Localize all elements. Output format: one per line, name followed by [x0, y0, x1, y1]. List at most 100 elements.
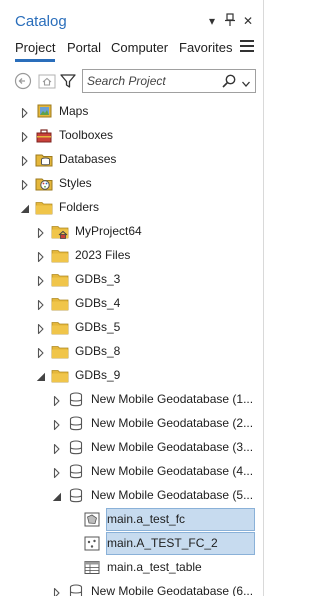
tree-item-label: Databases — [59, 152, 117, 166]
tree-item-label: GDBs_3 — [75, 272, 121, 286]
tab-computer[interactable]: Computer — [111, 38, 168, 60]
tree-item[interactable]: main.a_test_fc — [0, 508, 260, 532]
home-icon[interactable] — [37, 71, 57, 91]
tree-item-label: MyProject64 — [75, 224, 142, 238]
tab-project[interactable]: Project — [15, 38, 56, 62]
tree-item[interactable]: main.A_TEST_FC_2 — [0, 532, 260, 556]
tree-item[interactable]: main.a_test_table — [0, 556, 260, 580]
search-icon[interactable] — [221, 73, 237, 89]
expand-arrow-icon[interactable] — [52, 418, 62, 431]
expand-arrow-icon[interactable] — [36, 274, 46, 287]
geodatabase-icon — [67, 463, 85, 480]
geodatabase-icon — [67, 487, 85, 504]
folder-icon — [51, 319, 69, 336]
expand-arrow-icon[interactable] — [52, 586, 62, 596]
expand-arrow-icon[interactable] — [20, 154, 30, 167]
tree-item-label: GDBs_5 — [75, 320, 121, 334]
tree-item-label: main.a_test_table — [107, 560, 202, 574]
pane-title: Catalog — [15, 13, 67, 30]
filter-icon[interactable] — [58, 71, 78, 91]
tree-item-label: New Mobile Geodatabase (1... — [91, 392, 254, 406]
folder-icon — [51, 367, 69, 384]
tree-item[interactable]: Toolboxes — [0, 124, 260, 148]
expand-arrow-icon[interactable] — [20, 178, 30, 191]
folder-icon — [51, 247, 69, 264]
tree-item[interactable]: GDBs_4 — [0, 292, 260, 316]
expand-arrow-icon[interactable] — [36, 226, 46, 239]
geodatabase-icon — [67, 415, 85, 432]
folder-icon — [51, 343, 69, 360]
collapse-arrow-icon[interactable] — [52, 490, 62, 502]
table-icon — [83, 559, 101, 576]
home-folder-icon — [51, 223, 69, 240]
tree-item[interactable]: New Mobile Geodatabase (3... — [0, 436, 260, 460]
catalog-toolbar — [0, 68, 263, 96]
search-input[interactable] — [87, 72, 227, 90]
expand-arrow-icon[interactable] — [20, 106, 30, 119]
tree-item-label: main.a_test_fc — [107, 512, 186, 526]
maps-icon — [35, 103, 53, 120]
database-folder-icon — [35, 151, 53, 168]
tree-item[interactable]: Folders — [0, 196, 260, 220]
toolbox-icon — [35, 127, 53, 144]
tree-item-label: GDBs_8 — [75, 344, 121, 358]
point-feature-class-icon — [83, 535, 101, 552]
tree-item-label: main.A_TEST_FC_2 — [107, 536, 218, 550]
tree-item[interactable]: New Mobile Geodatabase (1... — [0, 388, 260, 412]
tree-item-label: Toolboxes — [59, 128, 114, 142]
tree-item-label: New Mobile Geodatabase (2... — [91, 416, 254, 430]
auto-hide-pin-icon[interactable] — [223, 13, 237, 29]
hamburger-menu-icon[interactable] — [240, 40, 254, 56]
tree-item[interactable]: Styles — [0, 172, 260, 196]
tree-item-label: New Mobile Geodatabase (6... — [91, 584, 254, 596]
expand-arrow-icon[interactable] — [52, 442, 62, 455]
tree-item-label: New Mobile Geodatabase (4... — [91, 464, 254, 478]
catalog-pane: Catalog ▾ ✕ Project Portal Computer Favo… — [0, 0, 264, 596]
folder-icon — [51, 271, 69, 288]
expand-arrow-icon[interactable] — [36, 322, 46, 335]
close-icon[interactable]: ✕ — [241, 13, 255, 29]
geodatabase-icon — [67, 391, 85, 408]
styles-icon — [35, 175, 53, 192]
tree-item-label: Folders — [59, 200, 100, 214]
expand-arrow-icon[interactable] — [36, 298, 46, 311]
options-dropdown-icon[interactable]: ▾ — [205, 13, 219, 29]
tree-item[interactable]: GDBs_8 — [0, 340, 260, 364]
tree-item-label: New Mobile Geodatabase (5... — [91, 488, 254, 502]
tab-portal[interactable]: Portal — [67, 38, 101, 60]
tree-item[interactable]: GDBs_3 — [0, 268, 260, 292]
collapse-arrow-icon[interactable] — [36, 370, 46, 382]
folder-icon — [51, 295, 69, 312]
tree-item[interactable]: GDBs_9 — [0, 364, 260, 388]
tree-item[interactable]: New Mobile Geodatabase (5... — [0, 484, 260, 508]
tree-item-label: 2023 Files — [75, 248, 131, 262]
expand-arrow-icon[interactable] — [52, 394, 62, 407]
geodatabase-icon — [67, 583, 85, 596]
tree-item[interactable]: New Mobile Geodatabase (6... — [0, 580, 260, 596]
tree-item[interactable]: MyProject64 — [0, 220, 260, 244]
tree-item[interactable]: Databases — [0, 148, 260, 172]
tree-item[interactable]: Maps — [0, 100, 260, 124]
expand-arrow-icon[interactable] — [20, 130, 30, 143]
search-box — [82, 69, 256, 93]
expand-arrow-icon[interactable] — [36, 250, 46, 263]
tree-item[interactable]: 2023 Files — [0, 244, 260, 268]
collapse-arrow-icon[interactable] — [20, 202, 30, 214]
expand-arrow-icon[interactable] — [36, 346, 46, 359]
tab-favorites[interactable]: Favorites — [179, 38, 232, 60]
tree-item-label: Styles — [59, 176, 92, 190]
tree-item[interactable]: GDBs_5 — [0, 316, 260, 340]
tree-item-label: GDBs_9 — [75, 368, 121, 382]
tree-item-label: New Mobile Geodatabase (3... — [91, 440, 254, 454]
search-options-chevron-down-icon[interactable] — [241, 76, 251, 87]
expand-arrow-icon[interactable] — [52, 466, 62, 479]
polygon-feature-class-icon — [83, 511, 101, 528]
geodatabase-icon — [67, 439, 85, 456]
folder-icon — [35, 199, 53, 216]
tree-item-label: GDBs_4 — [75, 296, 121, 310]
tree-item[interactable]: New Mobile Geodatabase (4... — [0, 460, 260, 484]
back-icon[interactable] — [13, 71, 33, 91]
tree-item-label: Maps — [59, 104, 89, 118]
tree-item[interactable]: New Mobile Geodatabase (2... — [0, 412, 260, 436]
pane-header: Catalog ▾ ✕ — [0, 0, 263, 34]
